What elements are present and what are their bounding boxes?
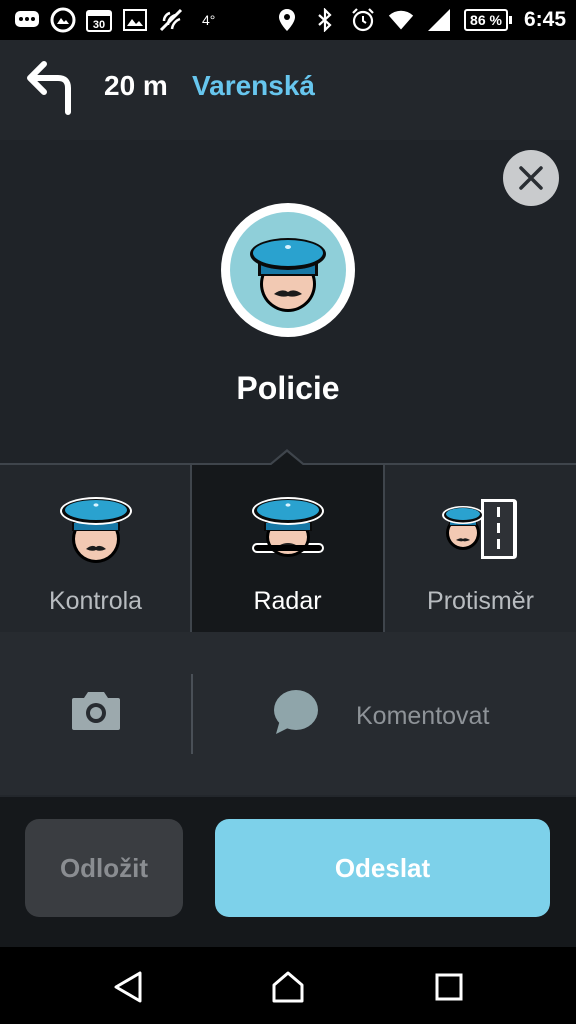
report-subtype-options: Kontrola Radar Protisměr (0, 463, 576, 634)
option-label: Kontrola (48, 587, 143, 615)
close-button[interactable] (503, 150, 559, 206)
recents-icon[interactable] (431, 969, 467, 1005)
later-button[interactable]: Odložit (25, 819, 183, 917)
police-officer-icon (250, 238, 326, 312)
clock: 6:45 (523, 8, 566, 31)
police-opposite-lane-icon (441, 493, 521, 565)
alarm-icon (350, 8, 376, 32)
option-protismer[interactable]: Protisměr (385, 465, 576, 632)
option-kontrola[interactable]: Kontrola (0, 465, 191, 632)
location-icon (274, 8, 300, 32)
police-avatar (221, 203, 355, 337)
comment-label: Komentovat (356, 702, 490, 730)
battery-tip (508, 16, 512, 24)
gallery-icon (50, 7, 76, 33)
street-name: Varenská (192, 70, 315, 101)
back-icon[interactable] (110, 969, 146, 1005)
system-navigation-bar (0, 947, 576, 1024)
battery-level: 86 % (464, 9, 508, 31)
battery-indicator: 86 % (464, 9, 512, 31)
home-icon[interactable] (270, 969, 306, 1005)
temperature: 4° (202, 12, 216, 28)
option-label: Protisměr (427, 587, 534, 615)
comment-bubble-icon (270, 688, 320, 736)
calendar-day: 30 (93, 19, 105, 31)
police-radar-icon (248, 493, 328, 565)
image-icon (122, 8, 148, 32)
police-officer-icon (56, 493, 136, 565)
bluetooth-icon (312, 8, 338, 32)
close-icon (519, 166, 543, 190)
selection-pointer (270, 452, 304, 466)
camera-icon (72, 692, 120, 730)
navigation-bar[interactable]: 20 m Varenská (0, 40, 576, 140)
option-label: Radar (253, 587, 322, 615)
signal-icon (426, 8, 452, 32)
send-button[interactable]: Odeslat (215, 819, 550, 917)
comment-button[interactable]: Komentovat (270, 688, 570, 742)
wifi-icon (388, 8, 414, 32)
turn-left-icon (24, 58, 80, 116)
nfc-icon (158, 8, 184, 32)
messaging-icon (14, 8, 40, 32)
turn-distance: 20 m (104, 70, 168, 101)
option-radar[interactable]: Radar (192, 465, 383, 632)
attachment-divider (191, 674, 193, 754)
camera-button[interactable] (70, 688, 122, 732)
status-bar: 30 4° 86 % 6:45 (0, 0, 576, 40)
calendar-icon: 30 (86, 8, 112, 32)
report-title: Policie (236, 370, 340, 406)
